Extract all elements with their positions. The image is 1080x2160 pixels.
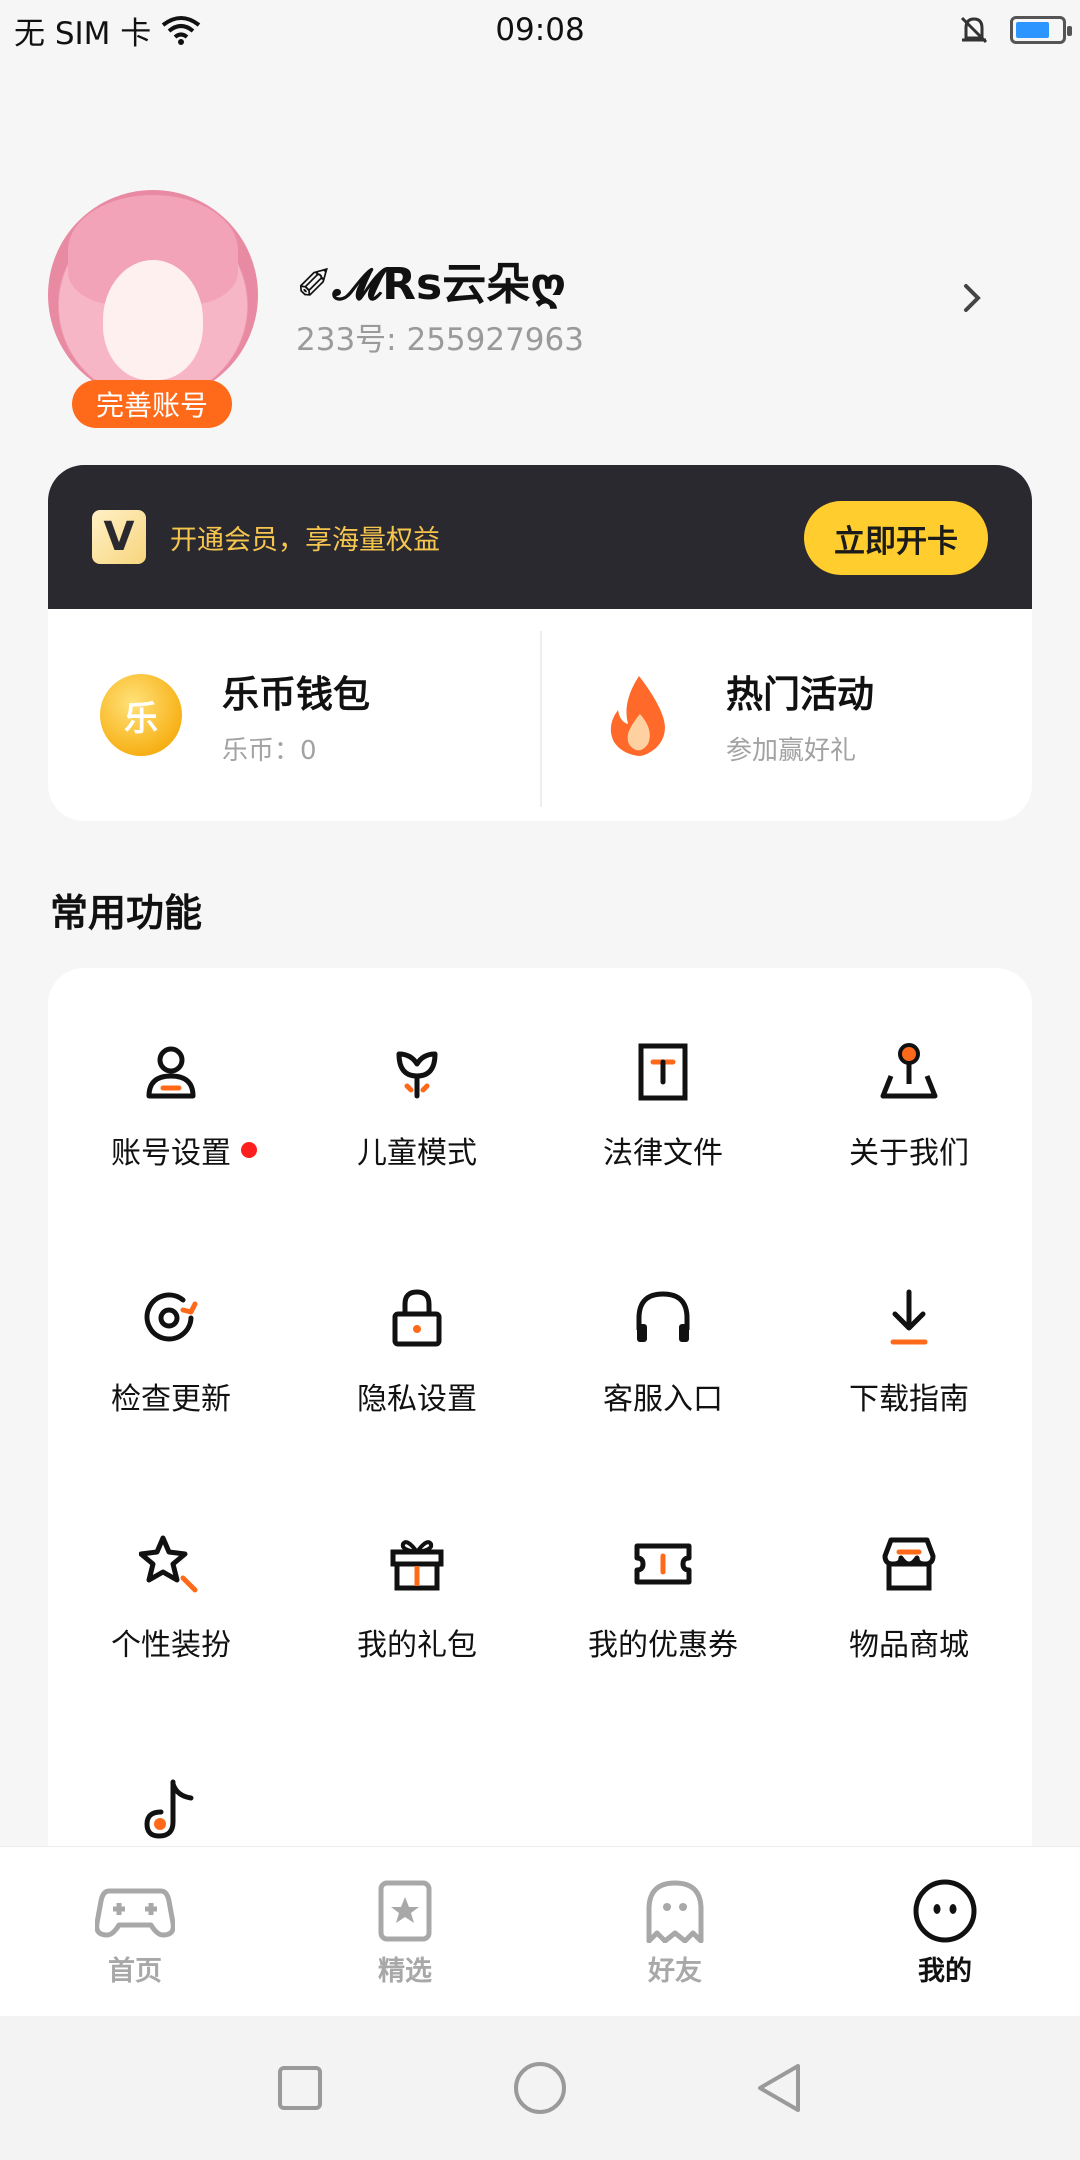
- flame-icon: [610, 676, 665, 756]
- ticket-icon: [634, 1543, 692, 1585]
- wallet-balance: 乐币：0: [222, 735, 317, 766]
- tiktok-icon: [144, 1779, 194, 1839]
- activity-subtitle: 参加赢好礼: [726, 735, 857, 766]
- func-label: 物品商城: [849, 1628, 969, 1663]
- back-triangle-icon[interactable]: [752, 2060, 808, 2116]
- username: ✐𝓜Rs云朵ღ: [296, 259, 567, 310]
- vip-logo-icon: V: [92, 510, 146, 564]
- vip-promo-text: 开通会员，享海量权益: [170, 524, 440, 556]
- headphones-icon: [636, 1291, 690, 1342]
- func-label: 我的优惠券: [588, 1628, 738, 1663]
- func-label: 隐私设置: [357, 1382, 477, 1417]
- complete-account-badge[interactable]: 完善账号: [72, 380, 232, 428]
- func-item-store[interactable]: 物品商城: [786, 1532, 1032, 1680]
- func-label: 账号设置: [111, 1136, 231, 1171]
- func-label: 检查更新: [111, 1382, 231, 1417]
- home-circle-icon[interactable]: [512, 2060, 568, 2116]
- func-check-update[interactable]: 检查更新: [48, 1286, 294, 1434]
- hot-activity[interactable]: 热门活动 参加赢好礼: [540, 609, 1032, 821]
- ghost-icon: [646, 1880, 704, 1943]
- gamepad-icon: [95, 1888, 175, 1938]
- vip-wallet-card: V 开通会员，享海量权益 立即开卡 乐 乐币钱包 乐币：0 热门活动 参加赢好礼: [48, 465, 1032, 821]
- nav-home[interactable]: 首页: [0, 1847, 270, 2016]
- chevron-right-icon[interactable]: [952, 278, 992, 318]
- star-card-icon: [378, 1880, 432, 1942]
- location-pin-icon: [880, 1043, 938, 1099]
- func-my-coupons[interactable]: 我的优惠券: [540, 1532, 786, 1680]
- battery-icon: [1010, 16, 1072, 44]
- nav-label: 首页: [108, 1956, 162, 1987]
- bottom-nav: 首页 精选 好友 我的: [0, 1846, 1080, 2016]
- func-label: 关于我们: [849, 1136, 969, 1171]
- func-legal-docs[interactable]: 法律文件: [540, 1040, 786, 1188]
- func-label: 客服入口: [603, 1382, 723, 1417]
- nav-friends[interactable]: 好友: [540, 1847, 810, 2016]
- func-privacy-settings[interactable]: 隐私设置: [294, 1286, 540, 1434]
- functions-grid: 账号设置 儿童模式 法律文件 关于我们 检查更新 隐私设置 客服入口 下载指南 …: [48, 1040, 1032, 1868]
- account-id: 233号: 255927963: [296, 322, 584, 358]
- wallet-row: 乐 乐币钱包 乐币：0 热门活动 参加赢好礼: [48, 609, 1032, 821]
- nav-label: 我的: [912, 1949, 978, 1998]
- coin-wallet[interactable]: 乐 乐币钱包 乐币：0: [48, 609, 540, 821]
- vip-banner[interactable]: V 开通会员，享海量权益 立即开卡: [48, 465, 1032, 609]
- func-label: 我的礼包: [357, 1628, 477, 1663]
- open-card-button[interactable]: 立即开卡: [804, 501, 988, 575]
- func-label: 法律文件: [603, 1136, 723, 1171]
- store-icon: [882, 1537, 936, 1591]
- download-icon: [890, 1289, 928, 1345]
- nav-featured[interactable]: 精选: [270, 1847, 540, 2016]
- star-wand-icon: [139, 1535, 198, 1593]
- func-label: 儿童模式: [357, 1136, 477, 1171]
- lock-icon: [392, 1289, 442, 1347]
- wallet-title: 乐币钱包: [222, 672, 370, 716]
- status-right: [958, 14, 1072, 46]
- func-kids-mode[interactable]: 儿童模式: [294, 1040, 540, 1188]
- func-personalize[interactable]: 个性装扮: [48, 1532, 294, 1680]
- gift-icon: [390, 1540, 444, 1591]
- recent-apps-icon[interactable]: [272, 2060, 328, 2116]
- func-about-us[interactable]: 关于我们: [786, 1040, 1032, 1188]
- document-icon: [638, 1043, 688, 1101]
- sprout-icon: [396, 1051, 438, 1099]
- profile-header[interactable]: 完善账号 ✐𝓜Rs云朵ღ 233号: 255927963: [48, 190, 1032, 430]
- notification-dot: [241, 1142, 257, 1158]
- functions-card: 账号设置 儿童模式 法律文件 关于我们 检查更新 隐私设置 客服入口 下载指南 …: [48, 968, 1032, 1868]
- nav-me[interactable]: 我的: [810, 1847, 1080, 2016]
- func-label: 个性装扮: [111, 1628, 231, 1663]
- nav-label: 好友: [648, 1956, 702, 1987]
- bell-off-icon: [960, 16, 988, 44]
- func-download-guide[interactable]: 下载指南: [786, 1286, 1032, 1434]
- status-bar: 无 SIM 卡 09:08: [0, 0, 1080, 60]
- user-icon: [146, 1046, 196, 1099]
- divider: [540, 631, 542, 807]
- func-account-settings[interactable]: 账号设置: [48, 1040, 294, 1188]
- func-customer-service[interactable]: 客服入口: [540, 1286, 786, 1434]
- face-icon: [913, 1879, 977, 1943]
- activity-title: 热门活动: [726, 672, 874, 716]
- status-left: 无 SIM 卡: [14, 8, 201, 53]
- system-nav-bar: [0, 2016, 1080, 2160]
- func-my-gifts[interactable]: 我的礼包: [294, 1532, 540, 1680]
- carrier-text: 无 SIM 卡: [14, 15, 152, 52]
- wifi-icon: [162, 16, 201, 45]
- refresh-icon: [144, 1292, 198, 1342]
- section-title: 常用功能: [50, 891, 203, 935]
- avatar[interactable]: [48, 190, 258, 400]
- nav-label: 精选: [378, 1956, 432, 1987]
- func-label: 下载指南: [849, 1382, 969, 1417]
- coin-icon: 乐: [100, 674, 182, 756]
